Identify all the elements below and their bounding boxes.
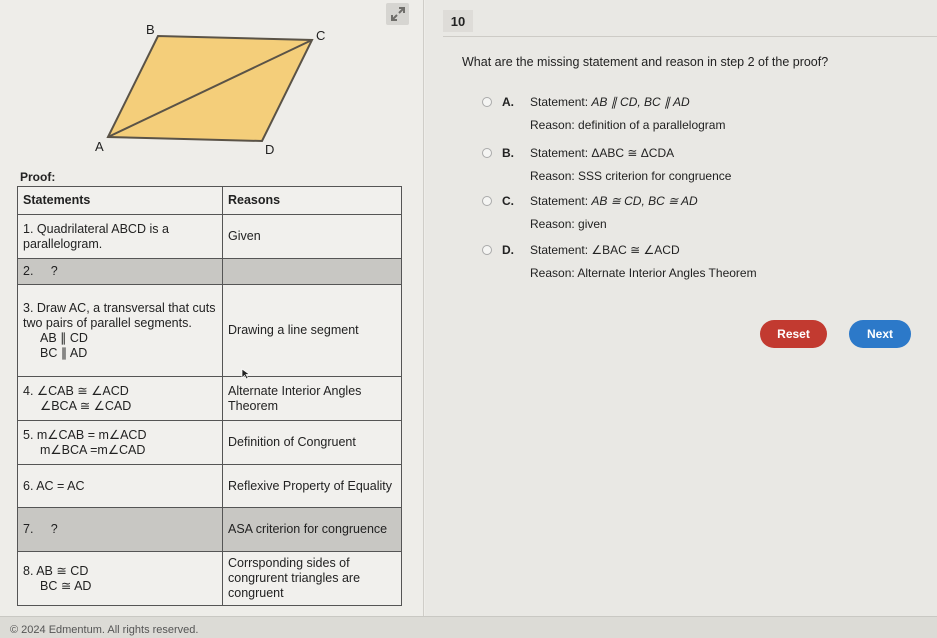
proof-row: 5. m∠CAB = m∠ACD m∠BCA =m∠CAD Definition…	[17, 420, 402, 465]
reason-cell: ASA criterion for congruence	[222, 507, 402, 552]
reset-button[interactable]: Reset	[760, 320, 827, 348]
proof-row: 3. Draw AC, a transversal that cuts two …	[17, 284, 402, 377]
statement-cell: 5. m∠CAB = m∠ACD m∠BCA =m∠CAD	[17, 420, 223, 465]
statement-prefix: Statement:	[530, 95, 592, 109]
expand-icon	[390, 7, 405, 21]
proof-header-row: Statements Reasons	[17, 186, 402, 215]
option-reason: Reason: Alternate Interior Angles Theore…	[530, 266, 757, 280]
question-number: 10	[443, 10, 473, 32]
statement-cell: 7. ?	[17, 507, 223, 552]
next-button[interactable]: Next	[849, 320, 911, 348]
option-statement: Statement: ΔABC ≅ ΔCDA	[530, 146, 674, 160]
proof-row: 6. AC = AC Reflexive Property of Equalit…	[17, 464, 402, 508]
statement-value: AB ∥ CD, BC ∥ AD	[591, 95, 690, 109]
statement-text: 8. AB ≅ CD	[23, 563, 89, 578]
statement-subline: BC ∥ AD	[40, 345, 88, 360]
expand-button[interactable]	[386, 3, 409, 25]
reason-cell: Alternate Interior Angles Theorem	[222, 376, 402, 421]
proof-row-missing: 7. ? ASA criterion for congruence	[17, 507, 402, 552]
option-letter: B.	[502, 146, 514, 160]
vertex-label-a: A	[95, 139, 104, 154]
statement-text: 3. Draw AC, a transversal that cuts two …	[23, 300, 216, 330]
statement-cell: 6. AC = AC	[17, 464, 223, 508]
reason-cell: Drawing a line segment	[222, 284, 402, 377]
statement-cell: 1. Quadrilateral ABCD is a parallelogram…	[17, 214, 223, 259]
reason-cell	[222, 258, 402, 285]
radio-button[interactable]	[482, 97, 492, 107]
mouse-cursor-icon	[241, 368, 251, 380]
reason-cell: Reflexive Property of Equality	[222, 464, 402, 508]
statement-prefix: Statement:	[530, 243, 592, 257]
statements-header: Statements	[17, 186, 223, 215]
proof-table: Statements Reasons 1. Quadrilateral ABCD…	[17, 186, 402, 606]
option-letter: A.	[502, 95, 514, 109]
proof-row: 8. AB ≅ CD BC ≅ AD Corrsponding sides of…	[17, 551, 402, 606]
question-text: What are the missing statement and reaso…	[462, 55, 829, 69]
reason-cell: Definition of Congruent	[222, 420, 402, 465]
statement-value: ∠BAC ≅ ∠ACD	[591, 243, 680, 257]
radio-button[interactable]	[482, 148, 492, 158]
option-statement: Statement: ∠BAC ≅ ∠ACD	[530, 243, 680, 257]
reasons-header: Reasons	[222, 186, 402, 215]
statement-subline: m∠BCA =m∠CAD	[40, 442, 146, 457]
radio-button[interactable]	[482, 196, 492, 206]
statement-value: ΔABC ≅ ΔCDA	[591, 146, 675, 160]
option-letter: C.	[502, 194, 514, 208]
option-reason: Reason: definition of a parallelogram	[530, 118, 726, 132]
statement-cell: 2. ?	[17, 258, 223, 285]
statement-prefix: Statement:	[530, 194, 592, 208]
parallelogram-figure: B C A D	[95, 22, 325, 157]
proof-row: 4. ∠CAB ≅ ∠ACD ∠BCA ≅ ∠CAD Alternate Int…	[17, 376, 402, 421]
statement-subline: BC ≅ AD	[40, 578, 92, 593]
vertex-label-c: C	[316, 28, 325, 43]
proof-row-missing: 2. ?	[17, 258, 402, 285]
statement-subline: ∠BCA ≅ ∠CAD	[40, 398, 132, 413]
statement-text: 4. ∠CAB ≅ ∠ACD	[23, 383, 129, 398]
vertex-label-b: B	[146, 22, 155, 37]
statement-cell: 4. ∠CAB ≅ ∠ACD ∠BCA ≅ ∠CAD	[17, 376, 223, 421]
statement-text: 5. m∠CAB = m∠ACD	[23, 427, 147, 442]
vertex-label-d: D	[265, 142, 274, 157]
statement-cell: 3. Draw AC, a transversal that cuts two …	[17, 284, 223, 377]
option-statement: Statement: AB ∥ CD, BC ∥ AD	[530, 95, 690, 109]
reason-cell: Corrsponding sides of congrurent triangl…	[222, 551, 402, 606]
option-letter: D.	[502, 243, 514, 257]
option-reason: Reason: given	[530, 217, 607, 231]
option-reason: Reason: SSS criterion for congruence	[530, 169, 732, 183]
statement-value: AB ≅ CD, BC ≅ AD	[591, 194, 698, 208]
statement-cell: 8. AB ≅ CD BC ≅ AD	[17, 551, 223, 606]
reason-cell: Given	[222, 214, 402, 259]
question-divider	[443, 36, 937, 37]
pane-divider	[423, 0, 424, 620]
statement-subline: AB ∥ CD	[40, 330, 88, 345]
proof-row: 1. Quadrilateral ABCD is a parallelogram…	[17, 214, 402, 259]
statement-prefix: Statement:	[530, 146, 592, 160]
option-statement: Statement: AB ≅ CD, BC ≅ AD	[530, 194, 698, 208]
proof-label: Proof:	[20, 170, 56, 184]
radio-button[interactable]	[482, 245, 492, 255]
copyright-text: © 2024 Edmentum. All rights reserved.	[10, 624, 199, 636]
